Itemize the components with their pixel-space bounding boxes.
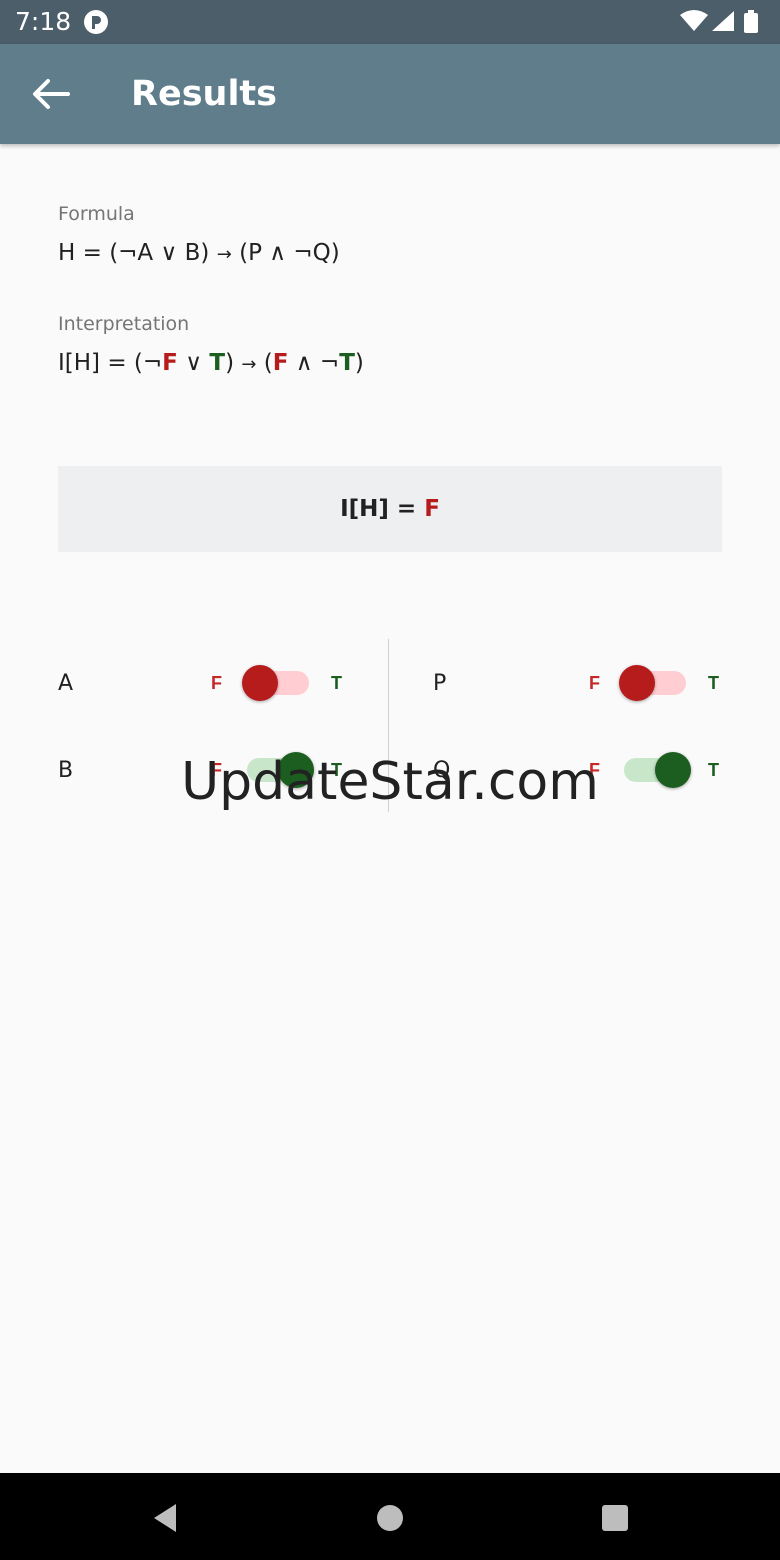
false-label: F bbox=[589, 673, 600, 693]
back-arrow-icon[interactable] bbox=[30, 76, 70, 112]
variable-name-a: A bbox=[58, 671, 74, 696]
implies-arrow: → bbox=[241, 354, 257, 375]
result-box: I[H] = F bbox=[58, 466, 722, 552]
interp-text: ( bbox=[256, 350, 273, 376]
nav-recents-icon[interactable] bbox=[595, 1498, 635, 1538]
column-divider bbox=[388, 639, 389, 812]
false-label: F bbox=[589, 760, 600, 780]
interp-text: ∨ bbox=[177, 350, 210, 376]
toggle-a[interactable] bbox=[242, 665, 309, 701]
formula-label: Formula bbox=[58, 203, 135, 225]
result-value: F bbox=[424, 496, 440, 522]
toggle-q[interactable] bbox=[624, 752, 691, 788]
interp-value-b: T bbox=[209, 350, 226, 376]
false-label: F bbox=[211, 673, 222, 693]
true-label: T bbox=[331, 673, 342, 693]
status-time: 7:18 bbox=[15, 7, 72, 36]
nav-back-icon[interactable] bbox=[145, 1498, 185, 1538]
variable-name-q: Q bbox=[433, 758, 451, 783]
interp-value-a: F bbox=[162, 350, 178, 376]
toggle-thumb[interactable] bbox=[278, 752, 314, 788]
wifi-icon bbox=[680, 10, 708, 31]
toggle-thumb[interactable] bbox=[619, 665, 655, 701]
signal-icon bbox=[712, 11, 734, 31]
interp-value-p: F bbox=[272, 350, 289, 376]
toggle-p[interactable] bbox=[619, 665, 686, 701]
true-label: T bbox=[708, 673, 719, 693]
interp-text: ) bbox=[225, 350, 242, 376]
app-notification-icon bbox=[84, 10, 108, 34]
battery-icon bbox=[744, 10, 758, 33]
status-bar: 7:18 bbox=[0, 0, 780, 44]
toggle-b[interactable] bbox=[247, 752, 314, 788]
interpretation-expression: I[H] = (¬F ∨ T) → (F ∧ ¬T) bbox=[58, 350, 364, 376]
page-title: Results bbox=[131, 74, 277, 114]
formula-left: H = (¬A ∨ B) bbox=[58, 240, 217, 266]
false-label: F bbox=[211, 760, 222, 780]
interpretation-label: Interpretation bbox=[58, 313, 190, 335]
interp-value-q: T bbox=[339, 350, 355, 376]
toggle-thumb[interactable] bbox=[242, 665, 278, 701]
app-bar: Results bbox=[0, 44, 780, 144]
variable-name-b: B bbox=[58, 758, 74, 783]
interp-text: ∧ ¬ bbox=[288, 350, 340, 376]
formula-right: (P ∧ ¬Q) bbox=[231, 240, 340, 266]
interp-text: ) bbox=[354, 350, 364, 376]
true-label: T bbox=[331, 760, 342, 780]
variable-name-p: P bbox=[433, 671, 447, 696]
true-label: T bbox=[708, 760, 719, 780]
formula-expression: H = (¬A ∨ B) → (P ∧ ¬Q) bbox=[58, 240, 340, 266]
result-prefix: I[H] = bbox=[340, 496, 425, 522]
nav-home-icon[interactable] bbox=[370, 1498, 410, 1538]
toggle-thumb[interactable] bbox=[655, 752, 691, 788]
navigation-bar bbox=[0, 1473, 780, 1560]
system-status-icons bbox=[680, 10, 758, 33]
interp-text: I[H] = (¬ bbox=[58, 350, 163, 376]
implies-arrow: → bbox=[216, 244, 232, 265]
